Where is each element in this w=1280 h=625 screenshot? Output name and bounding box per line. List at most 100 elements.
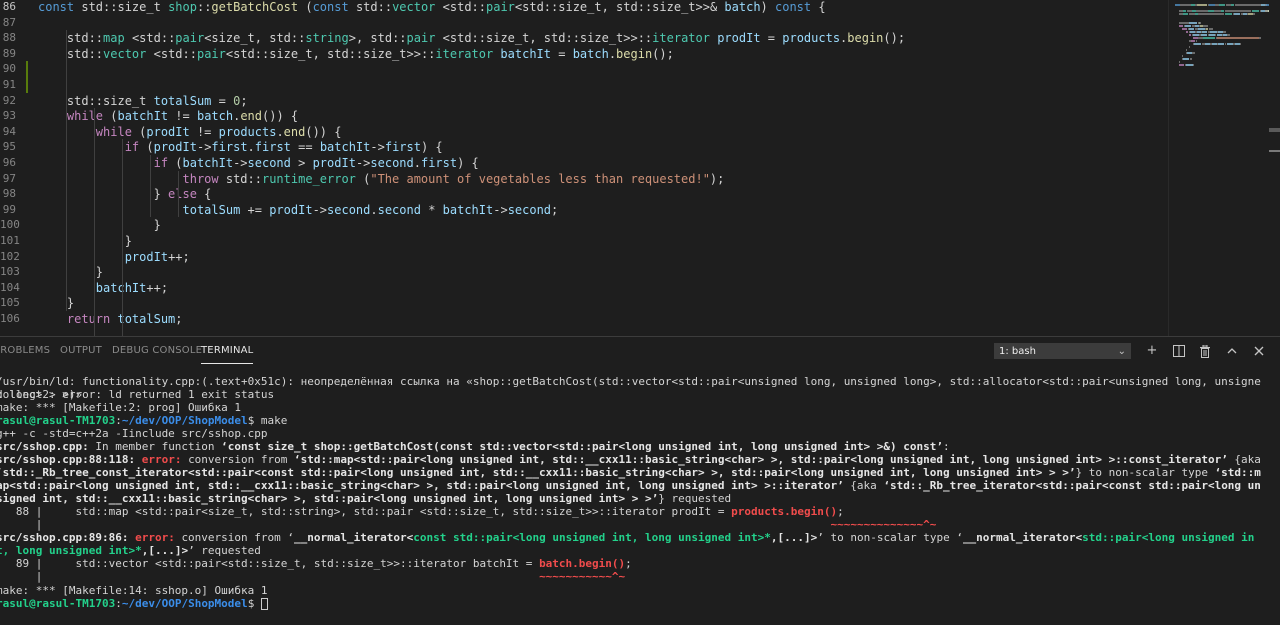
minimap-line	[1202, 37, 1215, 39]
minimap-line	[1196, 4, 1208, 6]
code-line: } else {	[38, 186, 212, 202]
code-token: while	[38, 124, 132, 139]
terminal-token: ‘	[956, 531, 963, 544]
indent-guide	[178, 170, 179, 202]
code-token: batchIt	[500, 46, 551, 61]
code-line: prodIt++;	[38, 249, 190, 265]
code-token: pair	[175, 31, 205, 46]
minimap-line	[1240, 43, 1241, 45]
scrollbar-thumb	[1269, 128, 1280, 132]
terminal-token: 88 | std::map <std::pair<size_t, std::st…	[0, 505, 732, 518]
minimap-line	[1180, 4, 1192, 6]
terminal-output[interactable]: /usr/bin/ld: functionality.cpp:(.text+0x…	[0, 371, 1280, 625]
terminal-token: error:	[141, 453, 189, 466]
scrollbar-position-marker	[1269, 150, 1280, 152]
terminal-token: |	[0, 570, 540, 583]
code-token: .	[413, 156, 421, 170]
code-token: batchIt	[117, 109, 169, 124]
vertical-scrollbar[interactable]	[1269, 0, 1280, 336]
code-token: .	[276, 124, 284, 139]
minimap-line	[1183, 13, 1189, 15]
minimap-line	[1233, 13, 1240, 15]
code-token: ->	[312, 202, 328, 217]
minimap-line	[1185, 64, 1194, 66]
tab-terminal[interactable]: TERMINAL	[201, 337, 254, 364]
tab-debug-console[interactable]: DEBUG CONSOLE	[112, 337, 202, 365]
code-token: {	[811, 0, 826, 14]
terminal-token: ~/dev/OOP/ShopModel	[121, 414, 248, 427]
line-number: 98	[2, 187, 16, 201]
chevron-up-icon[interactable]	[1224, 343, 1240, 359]
code-token: {	[196, 187, 212, 202]
code-token: second	[377, 202, 421, 217]
close-icon[interactable]	[1251, 343, 1267, 359]
code-token: getBatchCost	[211, 0, 299, 14]
terminal-token: make: *** [Makefile:14: sshop.o] Ошибка …	[0, 584, 268, 597]
code-area[interactable]: const std::size_t shop::getBatchCost (co…	[38, 0, 1166, 336]
code-token: pair	[486, 0, 515, 14]
minimap-line	[1185, 31, 1188, 33]
minimap-line	[1224, 13, 1232, 15]
code-token: .	[247, 140, 255, 155]
code-token: if	[38, 140, 140, 155]
code-token: ()) {	[305, 124, 342, 139]
minimap-line	[1216, 37, 1259, 39]
code-token: ->	[370, 140, 385, 155]
line-number-gutter: 86 87 88 89 90 91 92 93 94 95 96 97 98 99 100 101 102 103…	[0, 0, 30, 336]
code-token: =	[551, 46, 573, 61]
code-token: .	[370, 202, 378, 217]
terminal-line: src/sshop.cpp:88:118: error: conversion …	[0, 453, 1268, 505]
terminal-token: ~~~~~~~~~~~~~~^~	[830, 518, 937, 531]
terminal-token: g++ -c -std=c++2a -Iinclude src/sshop.cp…	[0, 427, 268, 440]
code-line: }	[38, 217, 161, 233]
minimap-line	[1189, 46, 1191, 48]
code-line: std::map <std::pair<size_t, std::string>…	[38, 30, 905, 46]
terminal-token: } to non-scalar type	[1075, 466, 1215, 479]
code-token: ;	[240, 93, 248, 108]
terminal-token: {aka	[1227, 453, 1268, 466]
terminal-selector[interactable]: 1: bash ⌄	[994, 343, 1131, 359]
chevron-down-icon: ⌄	[1117, 346, 1126, 357]
indent-guide	[122, 139, 123, 336]
code-token: string	[305, 31, 349, 46]
terminal-cursor	[260, 598, 268, 610]
code-token: !=	[189, 124, 219, 139]
minimap-line	[1185, 49, 1187, 51]
line-number: 104	[0, 280, 20, 294]
code-token: batch	[724, 0, 761, 14]
minimap[interactable]	[1168, 0, 1280, 336]
terminal-token: ~/dev/OOP/ShopModel	[121, 597, 248, 610]
minimap-line	[1265, 4, 1266, 6]
code-token: const	[38, 0, 82, 14]
minimap-line	[1252, 13, 1256, 15]
code-token: ++;	[168, 249, 190, 264]
minimap-line	[1227, 34, 1231, 36]
terminal-line: /usr/bin/ld: functionality.cpp:(.text+0x…	[0, 375, 1266, 401]
terminal-token: In member function	[88, 440, 222, 453]
code-token: ;	[551, 202, 559, 217]
code-line: if (batchIt->second > prodIt->second.fir…	[38, 155, 479, 171]
code-token: ) {	[420, 140, 443, 155]
code-editor[interactable]: 86 87 88 89 90 91 92 93 94 95 96 97 98 99 100 101 102 103…	[0, 0, 1280, 336]
tab-problems[interactable]: PROBLEMS	[0, 337, 50, 365]
code-token: <std::	[146, 46, 197, 61]
trash-icon[interactable]	[1197, 343, 1213, 359]
terminal-token: $	[247, 597, 261, 610]
minimap-line	[1197, 28, 1205, 30]
split-icon[interactable]	[1171, 343, 1187, 359]
plus-icon[interactable]: +	[1144, 343, 1160, 359]
line-number: 97	[2, 171, 16, 185]
code-token: ();	[883, 31, 906, 46]
panel-tabs: PROBLEMS OUTPUT DEBUG CONSOLE TERMINAL 1…	[0, 337, 1280, 365]
minimap-line	[1195, 40, 1197, 42]
code-token: second	[247, 156, 291, 170]
minimap-line	[1220, 10, 1225, 12]
code-line: return totalSum;	[38, 311, 183, 327]
code-token: totalSum	[117, 312, 176, 326]
terminal-token: $ make	[247, 414, 288, 427]
terminal-token: ~~~~~~~~~~~^~	[539, 570, 626, 583]
code-token: ==	[290, 140, 320, 155]
code-line: std::vector <std::pair<std::size_t, std:…	[38, 46, 674, 62]
tab-output[interactable]: OUTPUT	[60, 337, 102, 365]
